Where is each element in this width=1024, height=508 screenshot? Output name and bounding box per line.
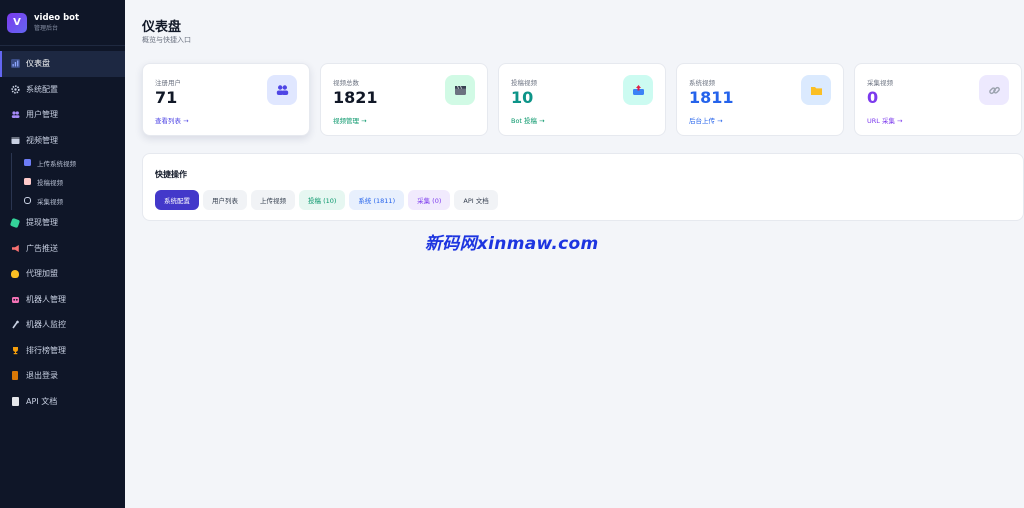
quick-actions-title: 快捷操作 xyxy=(155,170,187,179)
url-collect-link[interactable]: URL 采集 → xyxy=(867,115,902,125)
video-submenu: 上传系统视频 投稿视频 采集视频 xyxy=(11,153,125,210)
sidebar-item-label: 机器人监控 xyxy=(26,320,66,330)
sidebar-item-dashboard[interactable]: 仪表盘 xyxy=(0,51,125,77)
monitor-icon xyxy=(10,320,20,330)
sidebar-item-video-management[interactable]: 视频管理 xyxy=(0,128,125,154)
upload-icon xyxy=(24,159,31,166)
sidebar-nav: 仪表盘 系统配置 用户管理 视频管理 上传系统视频 投稿视频 采集视频 提现管理… xyxy=(0,46,125,414)
quick-upload-video-button[interactable]: 上传视频 xyxy=(251,190,295,210)
trophy-icon xyxy=(10,345,20,355)
sidebar-item-robot-management[interactable]: 机器人管理 xyxy=(0,287,125,313)
stats-cards: 注册用户 71 查看列表 → 视频总数 1821 视频管理 → 投稿视频 10 … xyxy=(142,63,1024,136)
sidebar-item-ad-push[interactable]: 广告推送 xyxy=(0,236,125,262)
users-icon xyxy=(10,110,20,120)
sidebar-item-robot-monitor[interactable]: 机器人监控 xyxy=(0,312,125,338)
quick-collected-button[interactable]: 采集 (0) xyxy=(408,190,451,210)
brand-subtitle: 管理后台 xyxy=(34,24,59,32)
link-icon xyxy=(24,197,31,204)
stat-value: 1821 xyxy=(333,88,378,107)
sidebar-item-system-config[interactable]: 系统配置 xyxy=(0,77,125,103)
quick-actions-chips: 系统配置 用户列表 上传视频 投稿 (10) 系统 (1811) 采集 (0) … xyxy=(155,190,502,210)
sidebar-item-label: 机器人管理 xyxy=(26,294,66,304)
money-icon xyxy=(9,217,21,228)
stat-label: 系统视频 xyxy=(689,79,715,87)
stat-card-total-videos: 视频总数 1821 视频管理 → xyxy=(320,63,488,136)
sidebar-item-withdraw-management[interactable]: 提现管理 xyxy=(0,210,125,236)
sidebar-item-label: 仪表盘 xyxy=(26,59,50,69)
quick-actions-panel: 快捷操作 系统配置 用户列表 上传视频 投稿 (10) 系统 (1811) 采集… xyxy=(142,153,1024,221)
sidebar-subitem-submitted-video[interactable]: 投稿视频 xyxy=(12,172,125,191)
brand-title: video bot xyxy=(34,12,80,23)
document-icon xyxy=(24,178,31,185)
quick-user-list-button[interactable]: 用户列表 xyxy=(203,190,247,210)
stat-label: 采集视频 xyxy=(867,79,893,87)
sidebar-subitem-label: 上传系统视频 xyxy=(37,159,76,168)
stat-card-registered-users: 注册用户 71 查看列表 → xyxy=(142,63,310,136)
page-title: 仪表盘 xyxy=(142,20,182,35)
sidebar-item-label: 系统配置 xyxy=(26,84,58,94)
stat-value: 0 xyxy=(867,88,879,107)
stat-card-system-videos: 系统视频 1811 后台上传 → xyxy=(676,63,844,136)
inbox-icon xyxy=(623,75,653,105)
sidebar-item-label: API 文档 xyxy=(26,396,58,406)
quick-system-videos-button[interactable]: 系统 (1811) xyxy=(349,190,405,210)
backend-upload-link[interactable]: 后台上传 → xyxy=(689,115,723,125)
sidebar-item-label: 代理加盟 xyxy=(26,269,58,279)
film-icon xyxy=(10,135,20,145)
stat-value: 71 xyxy=(155,88,178,107)
brand-logo: V xyxy=(7,12,27,33)
brand: V video bot 管理后台 xyxy=(0,0,125,46)
sidebar-item-agent-join[interactable]: 代理加盟 xyxy=(0,261,125,287)
main-content: 仪表盘 概览与快捷入口 注册用户 71 查看列表 → 视频总数 1821 视频管… xyxy=(125,0,1024,508)
video-management-link[interactable]: 视频管理 → xyxy=(333,115,367,125)
stat-label: 投稿视频 xyxy=(511,79,537,87)
link-icon xyxy=(979,75,1009,105)
sidebar-item-label: 退出登录 xyxy=(26,371,58,381)
users-icon xyxy=(267,75,297,105)
stat-card-submitted-videos: 投稿视频 10 Bot 投稿 → xyxy=(498,63,666,136)
sidebar: V video bot 管理后台 仪表盘 系统配置 用户管理 视频管理 上传系统… xyxy=(0,0,125,508)
sidebar-item-user-management[interactable]: 用户管理 xyxy=(0,102,125,128)
bot-submission-link[interactable]: Bot 投稿 → xyxy=(511,115,545,125)
quick-submissions-button[interactable]: 投稿 (10) xyxy=(299,190,346,210)
sidebar-item-label: 排行榜管理 xyxy=(26,345,66,355)
stat-value: 1811 xyxy=(689,88,734,107)
watermark-text: 新码网xinmaw.com xyxy=(425,234,599,254)
sidebar-item-label: 用户管理 xyxy=(26,110,58,120)
stat-value: 10 xyxy=(511,88,534,107)
gear-icon xyxy=(10,84,20,94)
page-subtitle: 概览与快捷入口 xyxy=(142,36,191,44)
sidebar-item-label: 视频管理 xyxy=(26,135,58,145)
view-list-link[interactable]: 查看列表 → xyxy=(155,115,189,125)
sidebar-subitem-label: 采集视频 xyxy=(37,197,63,206)
door-icon xyxy=(10,371,20,381)
sidebar-item-label: 广告推送 xyxy=(26,243,58,253)
film-icon xyxy=(445,75,475,105)
quick-system-config-button[interactable]: 系统配置 xyxy=(155,190,199,210)
folder-icon xyxy=(801,75,831,105)
handshake-icon xyxy=(10,269,20,279)
sidebar-subitem-upload-system-video[interactable]: 上传系统视频 xyxy=(12,153,125,172)
chart-icon xyxy=(10,59,20,69)
stat-label: 注册用户 xyxy=(155,79,181,87)
sidebar-item-api-docs[interactable]: API 文档 xyxy=(0,389,125,415)
sidebar-subitem-collected-video[interactable]: 采集视频 xyxy=(12,191,125,210)
quick-api-docs-button[interactable]: API 文档 xyxy=(454,190,498,210)
stat-label: 视频总数 xyxy=(333,79,359,87)
stat-card-collected-videos: 采集视频 0 URL 采集 → xyxy=(854,63,1022,136)
document-icon xyxy=(10,396,20,406)
sidebar-subitem-label: 投稿视频 xyxy=(37,178,63,187)
robot-icon xyxy=(10,294,20,304)
megaphone-icon xyxy=(10,243,20,253)
sidebar-item-label: 提现管理 xyxy=(26,218,58,228)
sidebar-item-leaderboard[interactable]: 排行榜管理 xyxy=(0,338,125,364)
sidebar-item-logout[interactable]: 退出登录 xyxy=(0,363,125,389)
